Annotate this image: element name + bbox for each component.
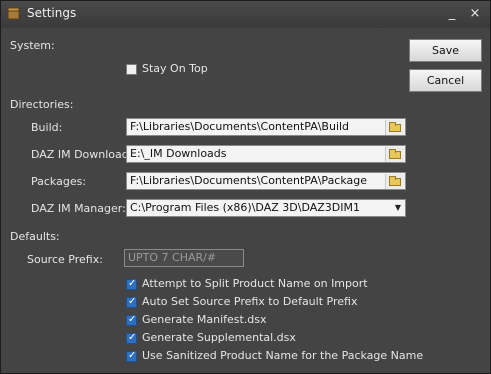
settings-window: Settings _ × System: Stay On Top Directo…: [0, 0, 491, 374]
packages-path-value: F:\Libraries\Documents\ContentPA\Package: [130, 174, 368, 187]
folder-icon: [389, 122, 401, 132]
daz-im-download-path-field[interactable]: E:\_IM Downloads: [126, 145, 406, 163]
packages-browse-button[interactable]: [385, 174, 404, 189]
source-prefix-input[interactable]: UPTO 7 CHAR/#: [124, 249, 244, 267]
title-bar[interactable]: Settings _ ×: [1, 1, 490, 28]
generate-manifest-label[interactable]: Generate Manifest.dsx: [142, 313, 267, 326]
daz-im-manager-label: DAZ IM Manager:: [31, 202, 126, 215]
auto-set-source-prefix-checkbox[interactable]: ✓: [126, 296, 137, 308]
split-product-name-checkbox[interactable]: ✓: [126, 278, 137, 290]
split-product-name-label[interactable]: Attempt to Split Product Name on Import: [142, 277, 368, 290]
checkmark-icon: ✓: [128, 350, 137, 361]
auto-set-source-prefix-label[interactable]: Auto Set Source Prefix to Default Prefix: [142, 295, 357, 308]
sanitized-product-name-label[interactable]: Use Sanitized Product Name for the Packa…: [142, 349, 423, 362]
chevron-down-icon[interactable]: ▼: [395, 200, 401, 216]
checkmark-icon: ✓: [128, 332, 137, 343]
daz-im-manager-value: C:\Program Files (x86)\DAZ 3D\DAZ3DIM1: [130, 201, 360, 214]
source-prefix-placeholder: UPTO 7 CHAR/#: [128, 251, 217, 264]
daz-im-manager-dropdown[interactable]: C:\Program Files (x86)\DAZ 3D\DAZ3DIM1 ▼: [126, 199, 406, 217]
directories-heading: Directories:: [10, 98, 74, 111]
generate-supplemental-label[interactable]: Generate Supplemental.dsx: [142, 331, 296, 344]
folder-icon: [389, 176, 401, 186]
checkmark-icon: ✓: [128, 296, 137, 307]
build-path-field[interactable]: F:\Libraries\Documents\ContentPA\Build: [126, 118, 406, 136]
build-path-value: F:\Libraries\Documents\ContentPA\Build: [130, 120, 350, 133]
window-title: Settings: [27, 6, 77, 20]
save-button[interactable]: Save: [409, 39, 482, 62]
daz-im-download-label: DAZ IM Download:: [31, 148, 133, 161]
generate-supplemental-checkbox[interactable]: ✓: [126, 332, 137, 344]
sanitized-product-name-checkbox[interactable]: ✓: [126, 350, 137, 362]
checkmark-icon: ✓: [128, 314, 137, 325]
generate-manifest-checkbox[interactable]: ✓: [126, 314, 137, 326]
stay-on-top-checkbox[interactable]: [126, 64, 137, 75]
cancel-button[interactable]: Cancel: [409, 69, 482, 92]
packages-path-field[interactable]: F:\Libraries\Documents\ContentPA\Package: [126, 172, 406, 190]
stay-on-top-label[interactable]: Stay On Top: [142, 62, 208, 75]
daz-im-download-browse-button[interactable]: [385, 147, 404, 162]
minimize-button[interactable]: _: [443, 5, 461, 23]
source-prefix-label: Source Prefix:: [27, 253, 103, 266]
settings-content: System: Stay On Top Directories: Build: …: [5, 28, 487, 370]
daz-im-download-path-value: E:\_IM Downloads: [130, 147, 227, 160]
build-label: Build:: [31, 121, 63, 134]
close-button[interactable]: ×: [466, 5, 484, 23]
checkmark-icon: ✓: [128, 278, 137, 289]
system-heading: System:: [10, 39, 55, 52]
package-icon: [7, 7, 20, 20]
build-browse-button[interactable]: [385, 120, 404, 135]
defaults-heading: Defaults:: [10, 230, 60, 243]
packages-label: Packages:: [31, 175, 87, 188]
folder-icon: [389, 149, 401, 159]
